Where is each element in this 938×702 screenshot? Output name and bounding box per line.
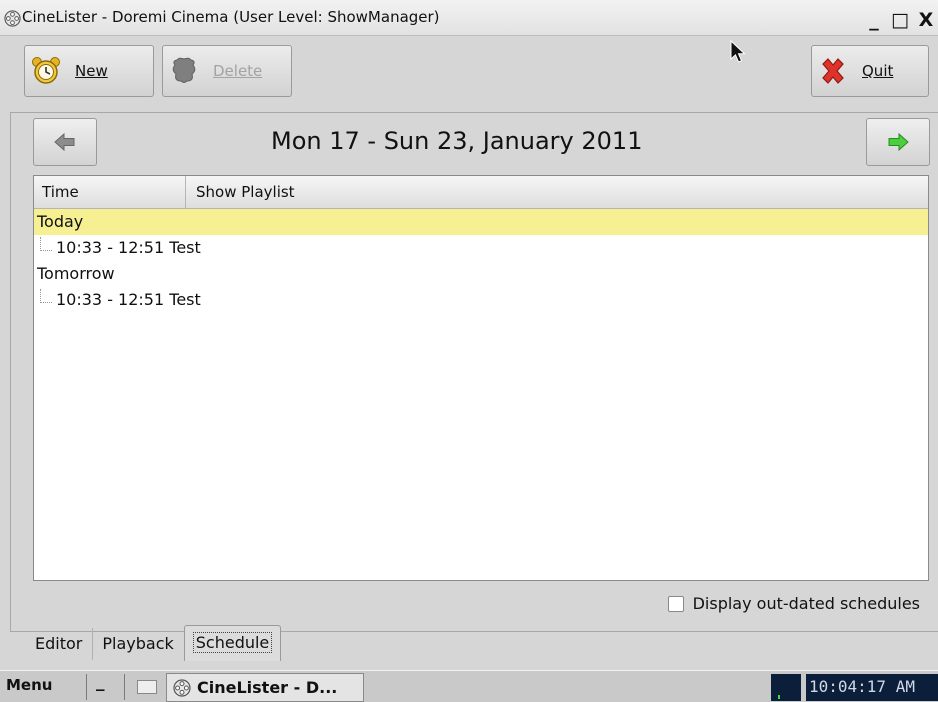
tab-schedule[interactable]: Schedule (183, 625, 282, 661)
arrow-right-icon (888, 132, 909, 152)
minimize-button[interactable]: _ (862, 6, 886, 34)
list-group-row[interactable]: Tomorrow (34, 261, 928, 287)
delete-button-label: Delete (213, 62, 263, 80)
group-label: Tomorrow (37, 264, 115, 283)
outdated-schedules-label: Display out-dated schedules (692, 594, 920, 613)
tab-editor[interactable]: Editor (26, 628, 94, 660)
list-header: Time Show Playlist (34, 176, 928, 209)
list-item[interactable]: 10:33 - 12:51 Test (34, 235, 928, 261)
show-desktop-button[interactable]: _ (96, 672, 105, 692)
quit-button-label: Quit (862, 62, 894, 80)
week-title: Mon 17 - Sun 23, January 2011 (271, 127, 643, 155)
taskbar-separator (124, 674, 125, 700)
next-week-button[interactable] (866, 118, 930, 166)
maximize-button[interactable]: □ (888, 6, 912, 34)
alarm-clock-icon (32, 57, 60, 84)
taskbar-clock[interactable]: 10:04:17 AM (806, 674, 938, 701)
taskbar-task-cinelister[interactable]: CineLister - D... (166, 673, 364, 702)
delete-button[interactable]: Delete (162, 45, 292, 97)
new-button-label: New (75, 62, 108, 80)
list-item[interactable]: 10:33 - 12:51 Test (34, 287, 928, 313)
close-button[interactable]: X (914, 6, 938, 34)
mouse-pointer-icon (730, 40, 746, 63)
window-controls: _ □ X (860, 6, 938, 34)
entry-playlist: Test (169, 290, 201, 309)
cpu-monitor-icon (771, 674, 801, 701)
column-header-show-playlist[interactable]: Show Playlist (186, 176, 928, 208)
tab-bar: Editor Playback Schedule (26, 625, 282, 661)
entry-time: 10:33 - 12:51 (56, 238, 165, 257)
red-x-icon (822, 58, 844, 84)
tab-schedule-label: Schedule (192, 632, 273, 653)
outdated-schedules-checkbox[interactable] (667, 595, 684, 612)
new-button[interactable]: New (24, 45, 154, 97)
title-bar: CineLister - Doremi Cinema (User Level: … (0, 0, 938, 36)
tab-playback[interactable]: Playback (93, 628, 183, 660)
entry-playlist: Test (169, 238, 201, 257)
film-reel-icon (4, 10, 21, 27)
arrow-left-icon (54, 132, 75, 152)
schedule-list[interactable]: Time Show Playlist Today 10:33 - 12:51 T… (33, 175, 929, 581)
group-label: Today (37, 212, 84, 231)
start-menu-button[interactable]: Menu (6, 676, 52, 694)
outdated-schedules-option[interactable]: Display out-dated schedules (667, 594, 920, 613)
schedule-panel: Mon 17 - Sun 23, January 2011 Time Show … (10, 112, 938, 632)
column-header-time[interactable]: Time (34, 176, 186, 208)
keyboard-icon[interactable] (137, 680, 157, 694)
tree-connector (40, 237, 52, 251)
previous-week-button[interactable] (33, 118, 97, 166)
taskbar: Menu _ CineLister - D... 10:04:17 AM (0, 670, 938, 702)
list-group-row[interactable]: Today (34, 209, 928, 235)
film-reel-icon (173, 679, 191, 697)
taskbar-separator (86, 674, 87, 700)
window-title: CineLister - Doremi Cinema (User Level: … (22, 8, 440, 26)
tree-connector (40, 289, 52, 303)
delete-icon (172, 57, 196, 83)
entry-time: 10:33 - 12:51 (56, 290, 165, 309)
quit-button[interactable]: Quit (811, 45, 929, 97)
taskbar-task-label: CineLister - D... (197, 678, 338, 697)
